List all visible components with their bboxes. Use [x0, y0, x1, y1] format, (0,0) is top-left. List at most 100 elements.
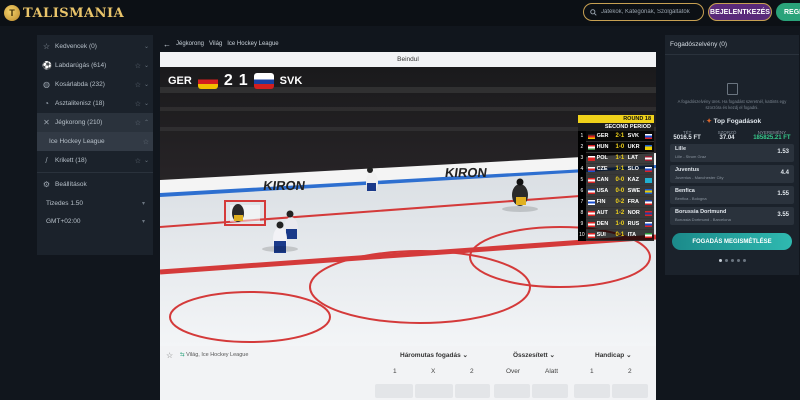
search-icon: [590, 8, 597, 16]
top-bets-title: Top Fogadások: [713, 118, 762, 125]
market-total-select[interactable]: Összesített ⌄: [513, 351, 555, 359]
sidebar-item-label: Asztalitenisz (18): [55, 100, 105, 107]
pick-name: Borussia Dortmund: [675, 209, 727, 215]
odds-cell[interactable]: [532, 384, 568, 398]
col-header: X: [431, 368, 436, 375]
betting-market-bar: ☆ ⇆ Világ, Ice Hockey League Háromutas f…: [160, 346, 656, 400]
sidebar-item-basketball[interactable]: ◍ Kosárlabda (232) ☆ ⌄: [37, 75, 153, 94]
market-three-way-select[interactable]: Háromutas fogadás ⌄: [400, 351, 468, 359]
table-tennis-icon: ◔: [44, 99, 49, 108]
settings-header[interactable]: ⚙ Beállítások: [37, 175, 153, 194]
register-button[interactable]: REGI: [776, 3, 800, 21]
sidebar-item-ice-hockey[interactable]: ✕ Jégkorong (210) ☆ ⌃: [37, 113, 153, 132]
soccer-ball-icon: ⚽: [42, 61, 52, 70]
sidebar-item-cricket[interactable]: / Krikett (18) ☆ ⌄: [37, 151, 153, 170]
match-score: 0-1: [615, 232, 625, 238]
home-team-name: GER: [168, 75, 192, 87]
timezone-value: GMT+02:00: [46, 217, 81, 225]
away-team-code: FRA: [627, 199, 639, 205]
odds-cell[interactable]: [415, 384, 453, 398]
away-team-code: SWE: [627, 188, 641, 194]
favorite-star-icon[interactable]: ☆: [143, 138, 149, 146]
carousel-dot[interactable]: [742, 259, 746, 262]
col-header: Alatt: [545, 368, 559, 375]
favorite-star-icon[interactable]: ☆: [135, 119, 141, 127]
top-bets-header[interactable]: ‹ ✦ Top Fogadások: [665, 117, 799, 125]
odds-cell[interactable]: [375, 384, 413, 398]
sidebar-item-favorites[interactable]: ☆ Kedvencek (0) ⌄: [37, 37, 153, 56]
match-league: ⇆ Világ, Ice Hockey League: [180, 352, 248, 358]
pick-odd: 4.4: [780, 170, 789, 176]
away-team-code: LAT: [627, 155, 638, 161]
round-label: ROUND 18: [578, 115, 654, 123]
home-score: 2: [223, 72, 233, 89]
market-handicap-select[interactable]: Handicap ⌄: [595, 351, 632, 359]
match-status: Beindul: [160, 52, 656, 67]
carousel-dots: [665, 259, 799, 262]
chevron-down-icon: ⌄: [143, 158, 149, 164]
sidebar-item-soccer[interactable]: ⚽ Labdarúgás (614) ☆ ⌄: [37, 56, 153, 75]
away-team-code: NOR: [627, 210, 640, 216]
breadcrumb-item[interactable]: Jégkorong: [176, 41, 204, 47]
gear-icon: ⚙: [42, 180, 51, 189]
timezone-select[interactable]: GMT+02:00 ▾: [37, 212, 153, 230]
flag-icon: [645, 210, 652, 216]
flag-icon: [587, 210, 595, 216]
favorite-star-icon[interactable]: ☆: [135, 81, 141, 89]
favorite-star-icon[interactable]: ☆: [135, 157, 141, 165]
breadcrumb-item[interactable]: Ice Hockey League: [227, 41, 278, 47]
flag-icon: [587, 144, 595, 150]
row-number: 9: [578, 218, 586, 230]
odds-cell[interactable]: [455, 384, 490, 398]
chevron-down-icon: ⌄: [143, 44, 149, 50]
odds-format-select[interactable]: Tizedes 1.50 ▾: [37, 194, 153, 212]
row-number: 7: [578, 196, 586, 208]
pick-name: Lille: [675, 146, 687, 152]
standings-row: 1 GER 2-1 SVK: [578, 130, 654, 142]
match-score: 1-0: [615, 144, 625, 150]
carousel-dot[interactable]: [718, 259, 722, 262]
breadcrumb-item[interactable]: Világ: [209, 41, 222, 47]
top-bar: T TALISMANIA BEJELENTKEZÉS REGI: [0, 0, 800, 26]
sidebar-item-table-tennis[interactable]: ◔ Asztalitenisz (18) ☆ ⌄: [37, 94, 153, 113]
home-jersey-icon: [197, 73, 218, 89]
search-input[interactable]: [601, 9, 701, 15]
favorite-star-icon[interactable]: ☆: [166, 351, 173, 360]
login-button[interactable]: BEJELENTKEZÉS: [708, 3, 772, 21]
flag-icon: [587, 166, 595, 172]
away-team-code: ITA: [627, 232, 637, 238]
sidebar-item-ice-hockey-league[interactable]: Ice Hockey League ☆: [37, 132, 153, 151]
odds-format-value: Tizedes 1.50: [46, 199, 83, 207]
away-team-code: KAZ: [627, 177, 639, 183]
logo[interactable]: T TALISMANIA: [4, 5, 124, 21]
back-arrow-icon[interactable]: ←: [163, 40, 171, 49]
odds-cell[interactable]: [494, 384, 530, 398]
chevron-down-icon: ⌄: [143, 101, 149, 107]
search-box[interactable]: [583, 3, 704, 21]
repeat-bet-button[interactable]: FOGADÁS MEGISMÉTLÉSE: [672, 233, 792, 250]
logo-text: TALISMANIA: [23, 5, 125, 21]
bet-slip-panel: Fogadószelvény (0) A fogadószelvény üres…: [665, 35, 799, 275]
odds-value: 37.04: [719, 135, 735, 141]
flag-icon: [645, 133, 652, 139]
favorite-star-icon[interactable]: ☆: [135, 62, 141, 70]
carousel-dot[interactable]: [724, 259, 728, 262]
odds-cell[interactable]: [574, 384, 610, 398]
player: [232, 204, 244, 222]
scoreboard: GER 2 1 SVK: [168, 72, 302, 90]
live-video-player[interactable]: Beindul KIRON KIRON GER 2 1 SVK ROUND 18…: [160, 52, 656, 346]
bet-slip-title[interactable]: Fogadószelvény (0): [665, 35, 799, 55]
favorite-star-icon[interactable]: ☆: [135, 100, 141, 108]
carousel-dot[interactable]: [730, 259, 734, 262]
top-bet-pick: Benfica Benfica - Bologna 1.55: [670, 186, 794, 204]
flag-icon: [645, 221, 652, 227]
home-team-code: USA: [596, 188, 609, 194]
top-bets-stats: TÉT 5016.5 FT SZORZÓ 37.04 NYEREMÉNY 185825…: [665, 130, 799, 141]
pick-odd: 1.55: [777, 191, 789, 197]
flag-icon: [587, 155, 595, 161]
odds-cell[interactable]: [612, 384, 648, 398]
basketball-icon: ◍: [43, 80, 50, 89]
carousel-dot[interactable]: [736, 259, 740, 262]
chevron-left-icon[interactable]: ‹: [703, 119, 705, 125]
away-team-code: SVK: [627, 133, 639, 139]
